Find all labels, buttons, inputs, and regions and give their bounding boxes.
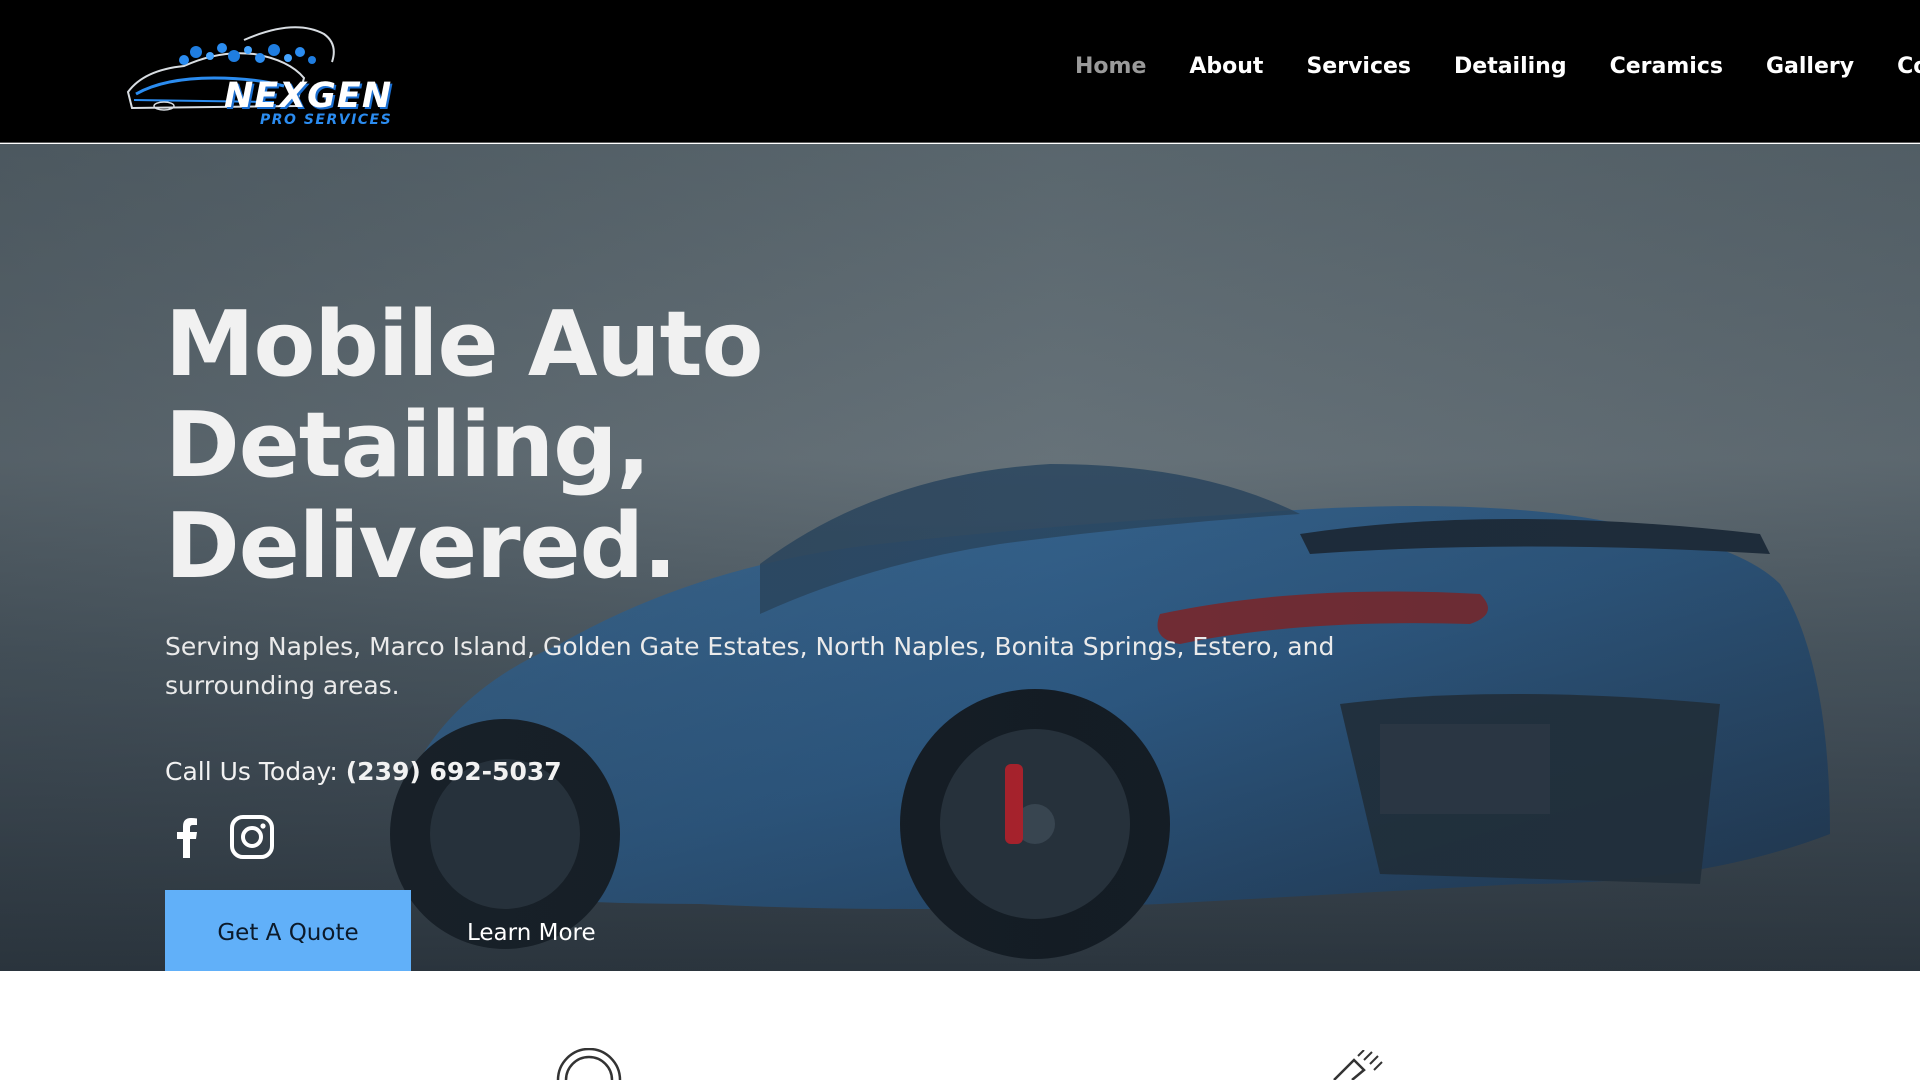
instagram-icon[interactable] bbox=[229, 814, 275, 860]
main-nav: Home About Services Detailing Ceramics G… bbox=[1075, 54, 1920, 79]
hero-section: Mobile Auto Detailing, Delivered. Servin… bbox=[0, 144, 1920, 971]
hero-buttons: Get A Quote Learn More bbox=[165, 890, 1335, 971]
hero-title: Mobile Auto Detailing, Delivered. bbox=[165, 294, 1265, 597]
hero-title-line2: Delivered. bbox=[165, 494, 677, 599]
nexgen-logo[interactable]: NEXGEN PRO SERVICES bbox=[124, 20, 414, 128]
get-a-quote-button[interactable]: Get A Quote bbox=[165, 890, 411, 971]
call-us-line: Call Us Today: (239) 692-5037 bbox=[165, 757, 1335, 786]
social-links bbox=[165, 814, 1335, 860]
nav-gallery[interactable]: Gallery bbox=[1766, 54, 1854, 79]
nav-about[interactable]: About bbox=[1189, 54, 1263, 79]
facebook-icon[interactable] bbox=[165, 814, 211, 860]
logo-tagline: PRO SERVICES bbox=[260, 112, 393, 128]
site-header: NEXGEN PRO SERVICES Home About Services … bbox=[0, 0, 1920, 143]
service-areas-text: Serving Naples, Marco Island, Golden Gat… bbox=[165, 632, 1335, 700]
brush-tool-icon bbox=[1333, 1050, 1383, 1080]
nav-services[interactable]: Services bbox=[1306, 54, 1411, 79]
nav-contact[interactable]: Contac bbox=[1897, 54, 1920, 79]
logo-wordmark: NEXGEN bbox=[224, 76, 393, 116]
nav-detailing[interactable]: Detailing bbox=[1454, 54, 1567, 79]
learn-more-button[interactable]: Learn More bbox=[467, 920, 596, 946]
nav-home[interactable]: Home bbox=[1075, 54, 1146, 79]
hero-content: Mobile Auto Detailing, Delivered. Servin… bbox=[165, 294, 1335, 971]
steering-wheel-icon bbox=[556, 1048, 622, 1080]
phone-number[interactable]: (239) 692-5037 bbox=[346, 757, 562, 786]
nav-ceramics[interactable]: Ceramics bbox=[1610, 54, 1723, 79]
hero-title-line1: Mobile Auto Detailing, bbox=[165, 292, 763, 498]
call-label: Call Us Today: bbox=[165, 757, 338, 786]
